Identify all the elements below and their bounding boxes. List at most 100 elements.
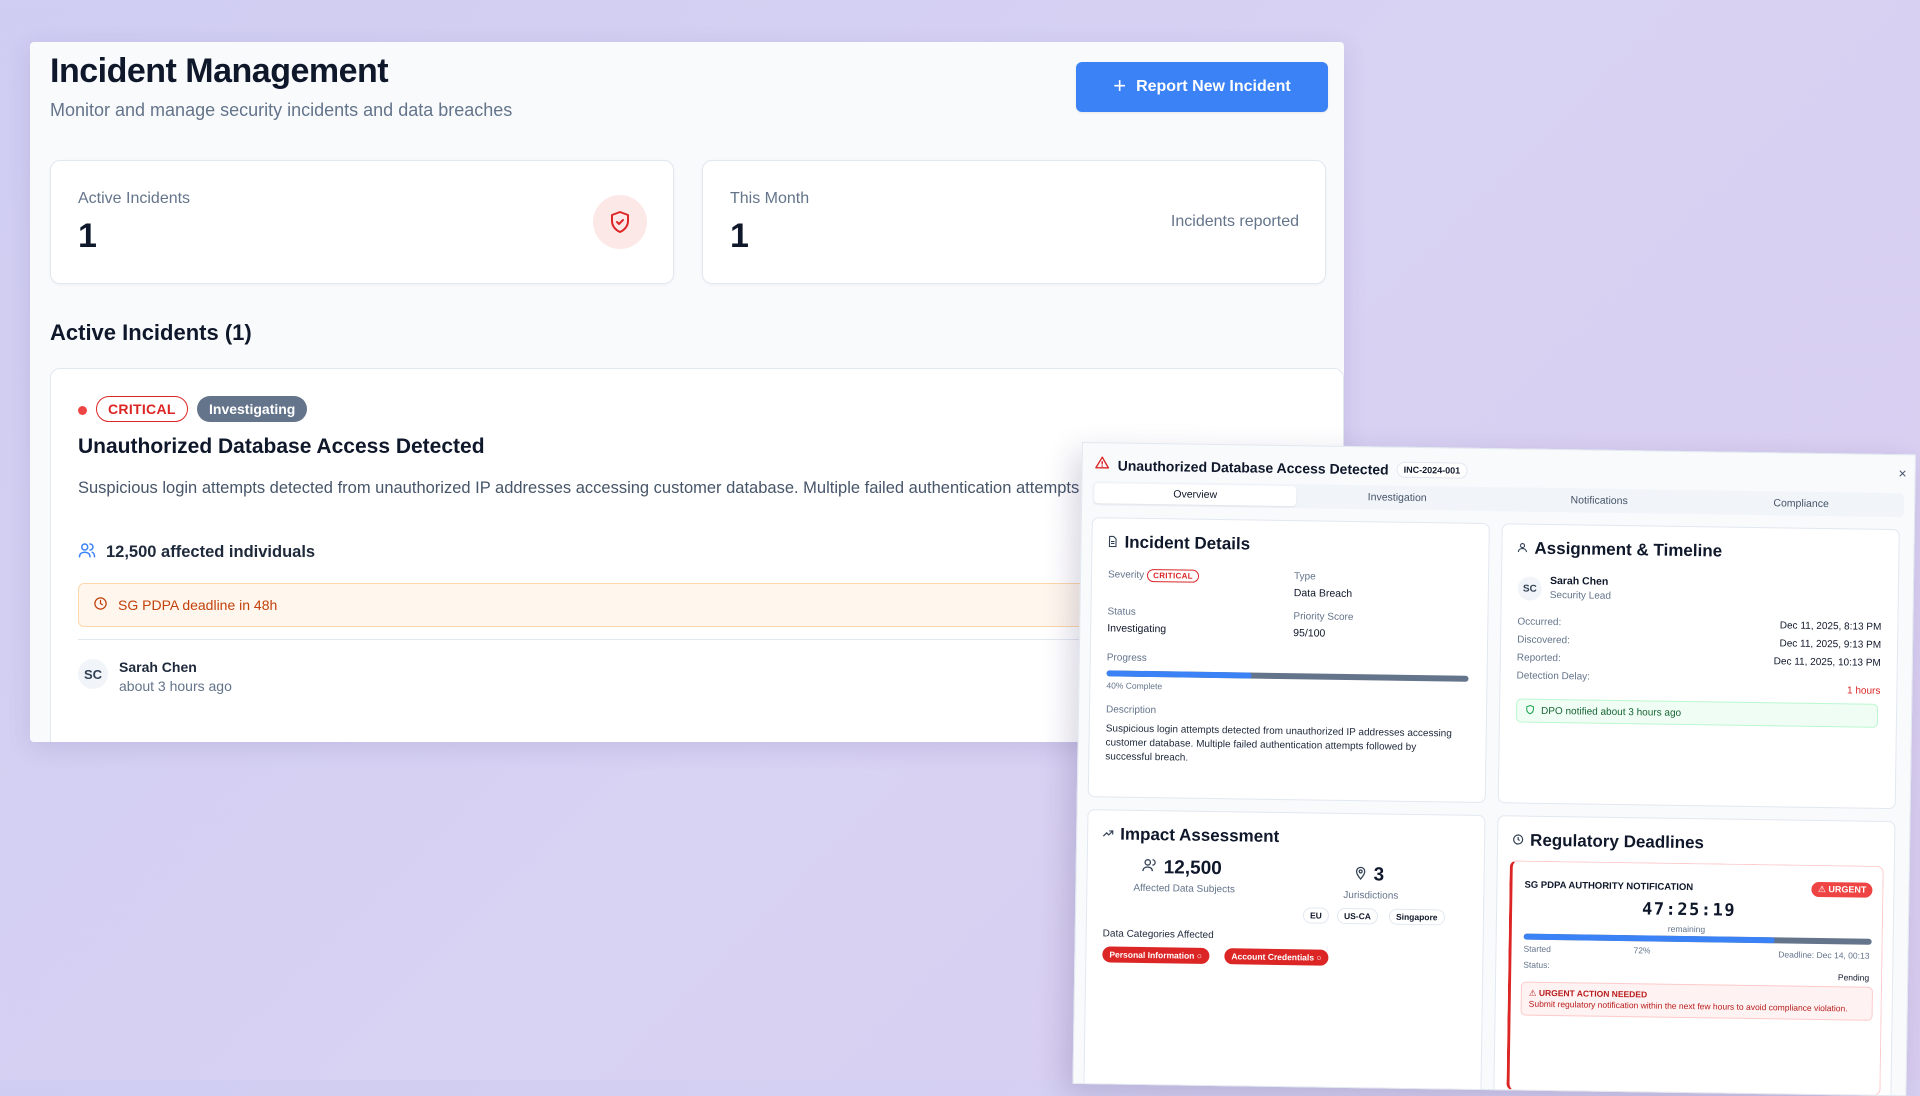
priority-value: 95/100 bbox=[1293, 627, 1326, 640]
stat-value: 1 bbox=[78, 217, 97, 255]
shield-icon bbox=[593, 195, 647, 249]
incident-details-card: Incident Details Severity CRITICAL Type D… bbox=[1087, 517, 1490, 804]
regulatory-heading: Regulatory Deadlines bbox=[1530, 830, 1705, 853]
stat-card-active-incidents: Active Incidents 1 bbox=[50, 160, 674, 284]
user-icon bbox=[1516, 538, 1528, 558]
reported-time: about 3 hours ago bbox=[119, 678, 232, 694]
users-icon bbox=[1142, 857, 1158, 879]
tab-compliance[interactable]: Compliance bbox=[1700, 492, 1902, 515]
progress-fill bbox=[1106, 670, 1252, 679]
assignee-role: Security Lead bbox=[1549, 589, 1612, 602]
stat-label: This Month bbox=[730, 190, 810, 207]
modal-header: Unauthorized Database Access Detected IN… bbox=[1095, 455, 1468, 481]
dpo-notified-box: DPO notified about 3 hours ago bbox=[1515, 698, 1879, 728]
regulatory-deadlines-card: Regulatory Deadlines SG PDPA AUTHORITY N… bbox=[1493, 815, 1896, 1096]
incident-title: Unauthorized Database Access Detected bbox=[78, 435, 485, 458]
severity-mini-badge: CRITICAL bbox=[1147, 568, 1199, 583]
stat-card-this-month: This Month 1 Incidents reported bbox=[702, 160, 1326, 284]
tab-investigation[interactable]: Investigation bbox=[1296, 486, 1498, 509]
plus-icon: + bbox=[1113, 73, 1127, 98]
modal-tabs: Overview Investigation Notifications Com… bbox=[1092, 481, 1905, 518]
tab-overview[interactable]: Overview bbox=[1094, 483, 1297, 507]
assignment-timeline-card: Assignment & Timeline SC Sarah Chen Secu… bbox=[1497, 523, 1900, 810]
active-incidents-heading: Active Incidents (1) bbox=[50, 320, 252, 345]
status-value: Pending bbox=[1837, 972, 1870, 983]
impact-title: Impact Assessment bbox=[1102, 824, 1279, 847]
category-chip-account-credentials: Account Credentials ○ bbox=[1224, 948, 1329, 966]
incident-details-heading: Incident Details bbox=[1124, 532, 1251, 554]
authority-label: SG PDPA AUTHORITY NOTIFICATION bbox=[1524, 879, 1694, 894]
close-icon[interactable]: × bbox=[1898, 465, 1906, 481]
discovered-value: Dec 11, 2025, 9:13 PM bbox=[1779, 638, 1882, 651]
status-value: Investigating bbox=[1107, 622, 1167, 636]
status-label: Status: bbox=[1523, 959, 1550, 970]
progress-bar bbox=[1106, 670, 1469, 682]
stat-note: Incidents reported bbox=[1170, 213, 1299, 230]
severity-dot bbox=[78, 406, 87, 415]
jurisdictions-label: Jurisdictions bbox=[1343, 889, 1399, 902]
incident-detail-modal: Unauthorized Database Access Detected IN… bbox=[1072, 442, 1916, 1096]
trending-up-icon bbox=[1102, 824, 1114, 844]
category-account-credentials: Account Credentials bbox=[1231, 951, 1315, 963]
reported-label: Reported: bbox=[1516, 652, 1561, 665]
urgent-badge-text: URGENT bbox=[1828, 884, 1867, 895]
stat-value: 1 bbox=[730, 217, 749, 255]
remaining-label: remaining bbox=[1667, 923, 1706, 935]
pdpa-deadline-box: SG PDPA AUTHORITY NOTIFICATION ⚠ URGENT … bbox=[1506, 860, 1884, 1096]
urgent-badge: ⚠ URGENT bbox=[1811, 881, 1873, 898]
report-new-incident-button[interactable]: + Report New Incident bbox=[1076, 62, 1328, 112]
deadline-text: SG PDPA deadline in 48h bbox=[118, 597, 278, 613]
users-icon bbox=[78, 541, 96, 564]
reported-value: Dec 11, 2025, 10:13 PM bbox=[1773, 656, 1881, 669]
page-title: Incident Management bbox=[50, 52, 389, 90]
progress-label: Progress bbox=[1106, 652, 1147, 664]
tab-notifications[interactable]: Notifications bbox=[1498, 489, 1700, 512]
discovered-label: Discovered: bbox=[1517, 634, 1570, 647]
assignee-avatar: SC bbox=[1517, 576, 1543, 601]
started-label: Started bbox=[1523, 943, 1552, 955]
data-categories-label: Data Categories Affected bbox=[1102, 928, 1214, 942]
assignee-name: Sarah Chen bbox=[1549, 574, 1609, 588]
progress-note: 40% Complete bbox=[1106, 680, 1163, 692]
impact-assessment-card: Impact Assessment 12,500 Affected Data S… bbox=[1083, 809, 1486, 1095]
status-badge: Investigating bbox=[197, 396, 308, 422]
status-label: Status bbox=[1107, 606, 1136, 618]
incident-id-badge: INC-2024-001 bbox=[1396, 461, 1468, 479]
jurisdiction-chip-eu: EU bbox=[1302, 907, 1329, 924]
deadline-progress-fill bbox=[1523, 933, 1775, 944]
type-label: Type bbox=[1293, 571, 1316, 583]
alert-triangle-icon bbox=[1095, 455, 1110, 475]
severity-label-text: Severity bbox=[1107, 569, 1145, 581]
severity-label: Severity CRITICAL bbox=[1107, 568, 1199, 583]
deadline-percent: 72% bbox=[1633, 945, 1651, 956]
reporter-name: Sarah Chen bbox=[119, 659, 197, 675]
deadline-progress-bar bbox=[1523, 933, 1872, 945]
category-personal-information: Personal Information bbox=[1109, 949, 1195, 961]
dpo-text: DPO notified about 3 hours ago bbox=[1540, 705, 1682, 719]
countdown-timer: 47:25:19 bbox=[1641, 899, 1737, 921]
file-icon bbox=[1106, 532, 1118, 552]
severity-badge: CRITICAL bbox=[96, 396, 188, 422]
type-value: Data Breach bbox=[1293, 587, 1353, 601]
deadline-date: Deadline: Dec 14, 00:13 bbox=[1778, 949, 1870, 961]
report-new-incident-label: Report New Incident bbox=[1136, 78, 1291, 95]
urgent-action-title-text: URGENT ACTION NEEDED bbox=[1538, 987, 1648, 1000]
clock-icon bbox=[1512, 830, 1524, 850]
assignment-heading: Assignment & Timeline bbox=[1534, 538, 1723, 561]
affected-subjects-value: 12,500 bbox=[1142, 857, 1222, 880]
description-label: Description bbox=[1105, 704, 1157, 717]
description-text: Suspicious login attempts detected from … bbox=[1105, 723, 1452, 764]
jurisdictions-value: 3 bbox=[1353, 864, 1384, 886]
affected-individuals: 12,500 affected individuals bbox=[78, 541, 315, 564]
clock-icon bbox=[93, 596, 108, 614]
jurisdiction-chip-us-ca: US-CA bbox=[1336, 907, 1379, 925]
map-pin-icon bbox=[1353, 864, 1367, 886]
priority-label: Priority Score bbox=[1293, 611, 1354, 624]
jurisdictions-number: 3 bbox=[1373, 864, 1385, 886]
assignment-title: Assignment & Timeline bbox=[1516, 538, 1722, 561]
impact-heading: Impact Assessment bbox=[1120, 824, 1280, 846]
modal-title: Unauthorized Database Access Detected bbox=[1117, 457, 1389, 478]
stat-label: Active Incidents bbox=[78, 190, 191, 207]
category-chip-personal-information: Personal Information ○ bbox=[1102, 946, 1210, 964]
subjects-number: 12,500 bbox=[1163, 857, 1222, 880]
